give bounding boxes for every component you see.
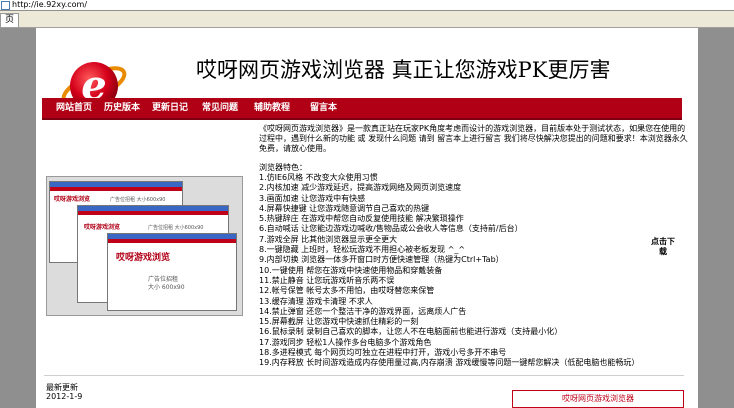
tab-bar: 页	[0, 11, 734, 28]
browser-tab[interactable]: 页	[0, 13, 20, 27]
nav-changelog[interactable]: 更新日记	[152, 98, 188, 118]
feature-item: 15.屏幕截屏 让您游戏中快速抓住精彩的一刻	[259, 317, 419, 327]
feature-item: 6.自动喊话 让您能边游戏边喊收/售物品或公会收人等信息（支持前/后台）	[259, 224, 523, 234]
feature-item: 8.一键隐藏 上班时，轻松玩游戏不用担心被老板发现 ^_^	[259, 245, 466, 255]
feature-item: 1.仿IE6风格 不改变大众使用习惯	[259, 173, 378, 182]
features-heading: 浏览器特色：	[259, 163, 307, 172]
feature-item: 7.游戏全屏 比其他浏览器显示更全更大	[259, 234, 398, 244]
address-bar[interactable]: http://ie.92xy.com/	[0, 0, 734, 10]
product-screenshot: 哎呀游戏浏览 广告位招租 大小600x90 哎呀游戏浏览 广告位招租 大小600…	[46, 176, 243, 316]
nav-guestbook[interactable]: 留言本	[310, 98, 337, 118]
feature-item: 18.多进程模式 每个网页均可独立在进程中打开，游戏小号多开不串号	[259, 348, 507, 358]
screenshot-window-front: 哎呀游戏浏览 广告位招租 大小 600x90	[107, 233, 237, 311]
feature-item: 16.鼠标录制 录制自己喜欢的脚本，让您人不在电脑面前也能进行游戏（支持最小化）	[259, 327, 563, 337]
feature-item: 12.帐号保管 帐号太多不用怕，由哎呀替您来保管	[259, 286, 435, 296]
intro-text: 《哎呀网页游戏浏览器》是一款真正站在玩家PK角度考虑而设计的游戏浏览器，目前版本…	[259, 124, 688, 153]
nav-home[interactable]: 网站首页	[56, 98, 92, 118]
feature-item: 17.游戏同步 轻松1人操作多台电脑多个游戏角色	[259, 337, 432, 347]
main-nav: 网站首页 历史版本 更新日记 常见问题 辅助教程 留言本	[42, 98, 682, 120]
feature-item: 13.缓存清理 游戏卡清理 不求人	[259, 296, 373, 306]
feature-item: 5.热键辞庄 在游戏中帮您自动反复使用技能 解决繁琐操作	[259, 214, 464, 224]
feature-item: 19.内存释放 长时间游戏造成内存使用量过高,内存崩溃 游戏缓慢等问题一键帮您解…	[259, 358, 640, 368]
nav-tutorial[interactable]: 辅助教程	[254, 98, 290, 118]
web-page: e 哎呀网页游戏浏览器 真正让您游戏PK更厉害 网站首页 历史版本 更新日记 常…	[36, 28, 698, 408]
address-text: http://ie.92xy.com/	[12, 0, 88, 9]
divider	[44, 375, 684, 376]
feature-item: 9.内部切换 浏览器一体多开窗口时方便快速管理（热键为Ctrl+Tab）	[259, 255, 504, 265]
page-icon	[1, 1, 10, 10]
nav-faq[interactable]: 常见问题	[202, 98, 238, 118]
promo-banner[interactable]: 哎呀网页游戏浏览器	[512, 390, 684, 408]
feature-item: 11.禁止静音 让您玩游戏听音乐两不误	[259, 275, 395, 285]
feature-item: 2.内核加速 减少游戏延迟，提高游戏网络及网页浏览速度	[259, 183, 462, 193]
feature-item: 10.一键使用 帮您在游戏中快速使用物品和穿戴装备	[259, 265, 443, 275]
feature-item: 4.屏幕快捷键 让您游戏随意调节自己喜欢的热键	[259, 203, 430, 213]
feature-item: 14.禁止弹窗 还您一个整洁干净的游戏界面，远离烦人广告	[259, 306, 467, 316]
nav-history[interactable]: 历史版本	[104, 98, 140, 118]
features-list: 1.仿IE6风格 不改变大众使用习惯 2.内核加速 减少游戏延迟，提高游戏网络及…	[259, 173, 689, 369]
page-headline: 哎呀网页游戏浏览器 真正让您游戏PK更厉害	[196, 58, 611, 82]
download-link[interactable]: 点击下载	[648, 237, 678, 257]
feature-item: 3.画面加速 让您游戏中有快感	[259, 193, 366, 203]
